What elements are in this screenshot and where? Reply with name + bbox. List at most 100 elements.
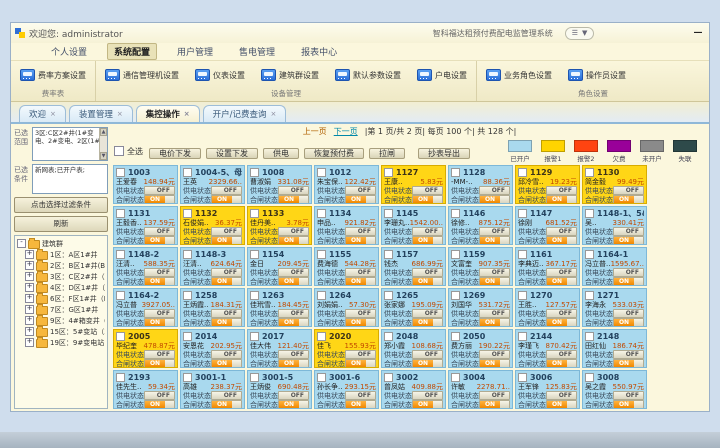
switch-toggle[interactable]: ON	[211, 359, 242, 368]
expander-icon[interactable]: +	[25, 327, 34, 336]
power-toggle[interactable]: OFF	[278, 350, 309, 359]
card-checkbox[interactable]	[250, 332, 259, 341]
power-toggle[interactable]: OFF	[479, 309, 510, 318]
power-toggle[interactable]: OFF	[211, 268, 242, 277]
meter-card[interactable]: 1271 李海永 533.03元 供电状态 OFF 合闸状态 ON	[582, 288, 647, 327]
power-toggle[interactable]: OFF	[144, 391, 175, 400]
card-checkbox[interactable]	[183, 291, 192, 300]
switch-toggle[interactable]: ON	[278, 195, 309, 204]
toolbar-button[interactable]: 设置下发	[206, 148, 258, 159]
switch-toggle[interactable]: ON	[211, 277, 242, 286]
refresh-button[interactable]: 刷新	[14, 216, 108, 232]
tab[interactable]: 装置管理 ×	[69, 105, 133, 122]
switch-toggle[interactable]: ON	[345, 359, 376, 368]
card-checkbox[interactable]	[384, 250, 393, 259]
card-checkbox[interactable]	[384, 373, 393, 382]
prev-page-link[interactable]: 上一页	[303, 126, 327, 137]
switch-toggle[interactable]: ON	[412, 277, 443, 286]
meter-card[interactable]: 1270 王胜.. 127.57元 供电状态 OFF 合闸状态 ON	[515, 288, 580, 327]
card-checkbox[interactable]	[250, 209, 259, 218]
card-checkbox[interactable]	[183, 332, 192, 341]
power-toggle[interactable]: OFF	[412, 309, 443, 318]
card-checkbox[interactable]	[451, 250, 460, 259]
switch-toggle[interactable]: ON	[211, 400, 242, 409]
switch-toggle[interactable]: ON	[479, 236, 510, 245]
meter-card[interactable]: 1129 邱冷雪.. 19.23元 供电状态 OFF 合闸状态 ON	[515, 165, 580, 204]
power-toggle[interactable]: OFF	[613, 186, 644, 195]
meter-card[interactable]: 1263 佳玳雪.. 184.45元 供电状态 OFF 合闸状态 ON	[247, 288, 312, 327]
power-toggle[interactable]: OFF	[546, 309, 577, 318]
switch-toggle[interactable]: ON	[546, 400, 577, 409]
card-checkbox[interactable]	[451, 332, 460, 341]
tree-item[interactable]: + 1区：A区1#井	[17, 249, 105, 260]
expander-icon[interactable]: +	[25, 272, 34, 281]
card-checkbox[interactable]	[585, 250, 594, 259]
tab-close-icon[interactable]: ×	[184, 110, 190, 118]
power-toggle[interactable]: OFF	[278, 268, 309, 277]
meter-card[interactable]: 3006 王军锋 125.83元 供电状态 OFF 合闸状态 ON	[515, 370, 580, 409]
meter-card[interactable]: 1258 王炳霞.. 184.31元 供电状态 OFF 合闸状态 ON	[180, 288, 245, 327]
meter-card[interactable]: 1004-5、母一 王英 2329.66.. 供电状态 OFF 合闸状态 ON	[180, 165, 245, 204]
power-toggle[interactable]: OFF	[613, 227, 644, 236]
power-toggle[interactable]: OFF	[479, 268, 510, 277]
tab[interactable]: 欢迎 ×	[19, 105, 66, 122]
card-checkbox[interactable]	[518, 291, 527, 300]
tree-item[interactable]: + 7区：G区1#井	[17, 304, 105, 315]
meter-card[interactable]: 2193 佳先生.. 59.34元 供电状态 OFF 合闸状态 ON	[113, 370, 178, 409]
power-toggle[interactable]: OFF	[211, 350, 242, 359]
power-toggle[interactable]: OFF	[613, 309, 644, 318]
meter-card[interactable]: 1128 -MM-.. 88.36元 供电状态 OFF 合闸状态 ON	[448, 165, 513, 204]
tree-item[interactable]: + 4区：D区1#井（D区	[17, 282, 105, 293]
switch-toggle[interactable]: ON	[211, 195, 242, 204]
meter-card[interactable]: 1145 李珊丸.. 1542.00.. 供电状态 OFF 合闸状态 ON	[381, 206, 446, 245]
switch-toggle[interactable]: ON	[613, 236, 644, 245]
expander-icon[interactable]: +	[25, 261, 34, 270]
switch-toggle[interactable]: ON	[345, 400, 376, 409]
tab[interactable]: 开户/记费查询 ×	[203, 105, 287, 122]
meter-card[interactable]: 1132 石俊娟.. 36.37元 供电状态 OFF 合闸状态 ON	[180, 206, 245, 245]
switch-toggle[interactable]: ON	[613, 318, 644, 327]
card-checkbox[interactable]	[317, 332, 326, 341]
card-checkbox[interactable]	[585, 373, 594, 382]
meter-card[interactable]: 2144 李瑾飞 870.42元 供电状态 OFF 合闸状态 ON	[515, 329, 580, 368]
meter-card[interactable]: 1148-3 汪清.. 624.64元 供电状态 OFF 合闸状态 ON	[180, 247, 245, 286]
menu-item[interactable]: 系统配置	[107, 43, 157, 60]
scroll-up-icon[interactable]: ▲	[100, 128, 107, 136]
meter-card[interactable]: 2005 毕纪奎 478.87元 供电状态 OFF 合闸状态 ON	[113, 329, 178, 368]
switch-toggle[interactable]: ON	[613, 359, 644, 368]
card-checkbox[interactable]	[317, 291, 326, 300]
toolbar-button[interactable]: 电价下发	[149, 148, 201, 159]
switch-toggle[interactable]: ON	[479, 400, 510, 409]
ribbon-button[interactable]: 户电设置	[414, 67, 470, 83]
menu-item[interactable]: 用户管理	[171, 44, 219, 59]
meter-card[interactable]: 3004 许敏 2278.71.. 供电状态 OFF 合闸状态 ON	[448, 370, 513, 409]
card-checkbox[interactable]	[384, 209, 393, 218]
meter-card[interactable]: 1008 曹淑娟 331.08元 供电状态 OFF 合闸状态 ON	[247, 165, 312, 204]
expander-icon[interactable]: +	[25, 283, 34, 292]
switch-toggle[interactable]: ON	[479, 195, 510, 204]
expander-icon[interactable]: +	[25, 338, 34, 347]
card-checkbox[interactable]	[116, 291, 125, 300]
meter-card[interactable]: 1147 徐刚 681.52元 供电状态 OFF 合闸状态 ON	[515, 206, 580, 245]
ribbon-button[interactable]: 费率方案设置	[17, 67, 89, 83]
power-toggle[interactable]: OFF	[546, 268, 577, 277]
power-toggle[interactable]: OFF	[345, 350, 376, 359]
meter-card[interactable]: 1130 简金毅 99.49元 供电状态 OFF 合闸状态 ON	[582, 165, 647, 204]
power-toggle[interactable]: OFF	[546, 227, 577, 236]
card-checkbox[interactable]	[518, 332, 527, 341]
switch-toggle[interactable]: ON	[412, 359, 443, 368]
switch-toggle[interactable]: ON	[211, 236, 242, 245]
minimize-button[interactable]: —	[691, 28, 705, 38]
power-toggle[interactable]: OFF	[345, 268, 376, 277]
power-toggle[interactable]: OFF	[144, 227, 175, 236]
card-checkbox[interactable]	[317, 373, 326, 382]
card-checkbox[interactable]	[585, 332, 594, 341]
meter-card[interactable]: 2148 田红仙 186.74元 供电状态 OFF 合闸状态 ON	[582, 329, 647, 368]
switch-toggle[interactable]: ON	[613, 400, 644, 409]
power-toggle[interactable]: OFF	[613, 350, 644, 359]
tree-item[interactable]: + 15区：5#变站（3#）	[17, 326, 105, 337]
power-toggle[interactable]: OFF	[546, 391, 577, 400]
card-checkbox[interactable]	[250, 291, 259, 300]
switch-toggle[interactable]: ON	[144, 277, 175, 286]
switch-toggle[interactable]: ON	[546, 277, 577, 286]
